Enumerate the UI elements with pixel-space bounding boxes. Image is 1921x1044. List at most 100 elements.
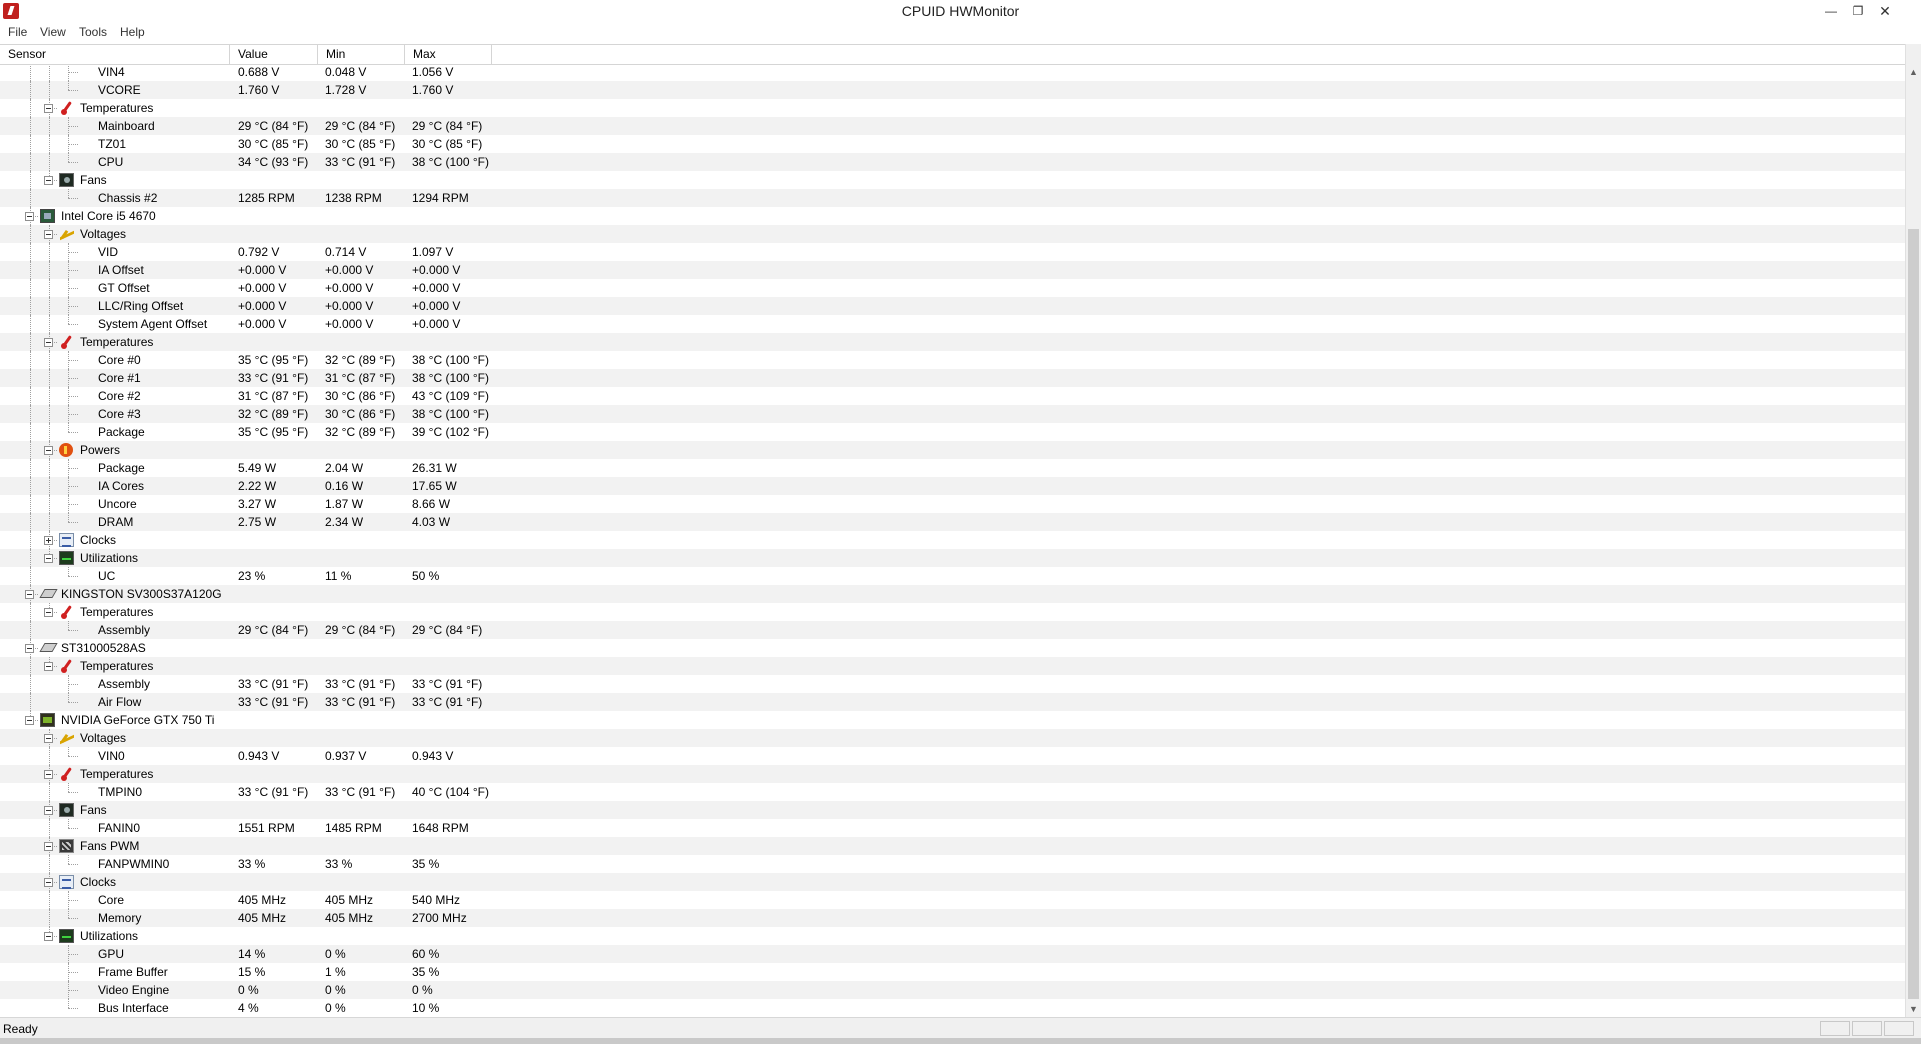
sensor-row[interactable]: IA Offset +0.000 V +0.000 V +0.000 V: [0, 261, 1905, 279]
sensor-row[interactable]: VIN4 0.688 V 0.048 V 1.056 V: [0, 65, 1905, 81]
sensor-row[interactable]: CPU 34 °C (93 °F) 33 °C (91 °F) 38 °C (100 …: [0, 153, 1905, 171]
sensor-row[interactable]: Memory 405 MHz 405 MHz 2700 MHz: [0, 909, 1905, 927]
sensor-value: 3.27 W: [238, 497, 277, 511]
sensor-group-row[interactable]: Voltages: [0, 729, 1905, 747]
sensor-group-row[interactable]: Temperatures: [0, 333, 1905, 351]
sensor-row[interactable]: Bus Interface 4 % 0 % 10 %: [0, 999, 1905, 1017]
sensor-group-row[interactable]: Utilizations: [0, 549, 1905, 567]
sensor-row[interactable]: TZ01 30 °C (85 °F) 30 °C (85 °F) 30 °C (85 …: [0, 135, 1905, 153]
sensor-row[interactable]: Assembly 29 °C (84 °F) 29 °C (84 °F) 29 °C …: [0, 621, 1905, 639]
sensor-group-row[interactable]: Fans: [0, 171, 1905, 189]
device-row[interactable]: Intel Core i5 4670: [0, 207, 1905, 225]
column-header-max[interactable]: Max: [405, 45, 492, 64]
device-row[interactable]: ST31000528AS: [0, 639, 1905, 657]
restore-button[interactable]: ❐: [1847, 2, 1869, 20]
sensor-row[interactable]: UC 23 % 11 % 50 %: [0, 567, 1905, 585]
collapse-toggle-icon[interactable]: [44, 446, 53, 455]
sensor-row[interactable]: System Agent Offset +0.000 V +0.000 V +0.00…: [0, 315, 1905, 333]
sensor-row[interactable]: Mainboard 29 °C (84 °F) 29 °C (84 °F) 29 °C…: [0, 117, 1905, 135]
sensor-label: Temperatures: [80, 605, 154, 619]
sensor-min-value: 30 °C (86 °F): [325, 389, 396, 403]
collapse-toggle-icon[interactable]: [25, 212, 34, 221]
sensor-group-row[interactable]: Powers: [0, 441, 1905, 459]
collapse-toggle-icon[interactable]: [44, 176, 53, 185]
sensor-row[interactable]: DRAM 2.75 W 2.34 W 4.03 W: [0, 513, 1905, 531]
thermometer-icon: [59, 767, 75, 781]
menu-tools[interactable]: Tools: [79, 25, 107, 39]
collapse-toggle-icon[interactable]: [44, 842, 53, 851]
collapse-toggle-icon[interactable]: [44, 806, 53, 815]
sensor-row[interactable]: IA Cores 2.22 W 0.16 W 17.65 W: [0, 477, 1905, 495]
expand-toggle-icon[interactable]: [44, 536, 53, 545]
scroll-thumb[interactable]: [1908, 229, 1919, 999]
sensor-value: +0.000 V: [238, 263, 287, 277]
collapse-toggle-icon[interactable]: [44, 770, 53, 779]
sensor-row[interactable]: Core #3 32 °C (89 °F) 30 °C (86 °F) 38 °C (…: [0, 405, 1905, 423]
column-header-value[interactable]: Value: [230, 45, 318, 64]
sensor-row[interactable]: Core #1 33 °C (91 °F) 31 °C (87 °F) 38 °C (…: [0, 369, 1905, 387]
sensor-group-row[interactable]: Voltages: [0, 225, 1905, 243]
sensor-max-value: 38 °C (100 °F): [412, 353, 489, 367]
sensor-group-row[interactable]: Fans PWM: [0, 837, 1905, 855]
sensor-row[interactable]: Core #0 35 °C (95 °F) 32 °C (89 °F) 38 °C (…: [0, 351, 1905, 369]
close-button[interactable]: ✕: [1874, 2, 1896, 20]
scroll-down-arrow-icon[interactable]: ▼: [1906, 1001, 1921, 1017]
collapse-toggle-icon[interactable]: [44, 554, 53, 563]
collapse-toggle-icon[interactable]: [25, 716, 34, 725]
sensor-label: Fans: [80, 803, 107, 817]
sensor-group-row[interactable]: Clocks: [0, 873, 1905, 891]
sensor-row[interactable]: TMPIN0 33 °C (91 °F) 33 °C (91 °F) 40 °C (1…: [0, 783, 1905, 801]
sensor-row[interactable]: Package 5.49 W 2.04 W 26.31 W: [0, 459, 1905, 477]
minimize-button[interactable]: —: [1820, 2, 1842, 20]
sensor-row[interactable]: FANPWMIN0 33 % 33 % 35 %: [0, 855, 1905, 873]
menu-view[interactable]: View: [40, 25, 66, 39]
sensor-row[interactable]: LLC/Ring Offset +0.000 V +0.000 V +0.000 V: [0, 297, 1905, 315]
collapse-toggle-icon[interactable]: [44, 338, 53, 347]
sensor-row[interactable]: GT Offset +0.000 V +0.000 V +0.000 V: [0, 279, 1905, 297]
sensor-row[interactable]: VIN0 0.943 V 0.937 V 0.943 V: [0, 747, 1905, 765]
sensor-group-row[interactable]: Fans: [0, 801, 1905, 819]
menu-file[interactable]: File: [8, 25, 27, 39]
collapse-toggle-icon[interactable]: [44, 734, 53, 743]
device-row[interactable]: KINGSTON SV300S37A120G: [0, 585, 1905, 603]
sensor-row[interactable]: VID 0.792 V 0.714 V 1.097 V: [0, 243, 1905, 261]
sensor-row[interactable]: Core 405 MHz 405 MHz 540 MHz: [0, 891, 1905, 909]
column-header-sensor[interactable]: Sensor: [0, 45, 230, 64]
cpu-chip-icon: [40, 209, 55, 223]
collapse-toggle-icon[interactable]: [44, 230, 53, 239]
sensor-row[interactable]: GPU 14 % 0 % 60 %: [0, 945, 1905, 963]
collapse-toggle-icon[interactable]: [44, 662, 53, 671]
sensor-row[interactable]: Video Engine 0 % 0 % 0 %: [0, 981, 1905, 999]
vertical-scrollbar[interactable]: ▲ ▼: [1905, 44, 1921, 1017]
collapse-toggle-icon[interactable]: [25, 590, 34, 599]
column-header-min[interactable]: Min: [318, 45, 405, 64]
tree-guide-line: [30, 567, 31, 585]
device-row[interactable]: NVIDIA GeForce GTX 750 Ti: [0, 711, 1905, 729]
collapse-toggle-icon[interactable]: [44, 878, 53, 887]
sensor-group-row[interactable]: Clocks: [0, 531, 1905, 549]
sensor-row[interactable]: VCORE 1.760 V 1.728 V 1.760 V: [0, 81, 1905, 99]
collapse-toggle-icon[interactable]: [44, 932, 53, 941]
sensor-row[interactable]: Uncore 3.27 W 1.87 W 8.66 W: [0, 495, 1905, 513]
thermometer-icon: [59, 605, 75, 619]
sensor-row[interactable]: Frame Buffer 15 % 1 % 35 %: [0, 963, 1905, 981]
sensor-row[interactable]: Assembly 33 °C (91 °F) 33 °C (91 °F) 33 °C …: [0, 675, 1905, 693]
scroll-up-arrow-icon[interactable]: ▲: [1906, 64, 1921, 80]
collapse-toggle-icon[interactable]: [25, 644, 34, 653]
sensor-row[interactable]: Air Flow 33 °C (91 °F) 33 °C (91 °F) 33 °C …: [0, 693, 1905, 711]
sensor-group-row[interactable]: Temperatures: [0, 765, 1905, 783]
sensor-group-row[interactable]: Temperatures: [0, 603, 1905, 621]
sensor-row[interactable]: Chassis #2 1285 RPM 1238 RPM 1294 RPM: [0, 189, 1905, 207]
sensor-row[interactable]: Core #2 31 °C (87 °F) 30 °C (86 °F) 43 °C (…: [0, 387, 1905, 405]
sensor-min-value: 1.728 V: [325, 83, 367, 97]
sensor-list[interactable]: Sensor Value Min Max VIN4 0.688 V 0.048 V 1…: [0, 44, 1921, 1018]
menu-help[interactable]: Help: [120, 25, 145, 39]
sensor-value: 2.22 W: [238, 479, 277, 493]
sensor-group-row[interactable]: Temperatures: [0, 657, 1905, 675]
sensor-group-row[interactable]: Temperatures: [0, 99, 1905, 117]
collapse-toggle-icon[interactable]: [44, 608, 53, 617]
collapse-toggle-icon[interactable]: [44, 104, 53, 113]
sensor-group-row[interactable]: Utilizations: [0, 927, 1905, 945]
sensor-row[interactable]: FANIN0 1551 RPM 1485 RPM 1648 RPM: [0, 819, 1905, 837]
sensor-row[interactable]: Package 35 °C (95 °F) 32 °C (89 °F) 39 °C (…: [0, 423, 1905, 441]
